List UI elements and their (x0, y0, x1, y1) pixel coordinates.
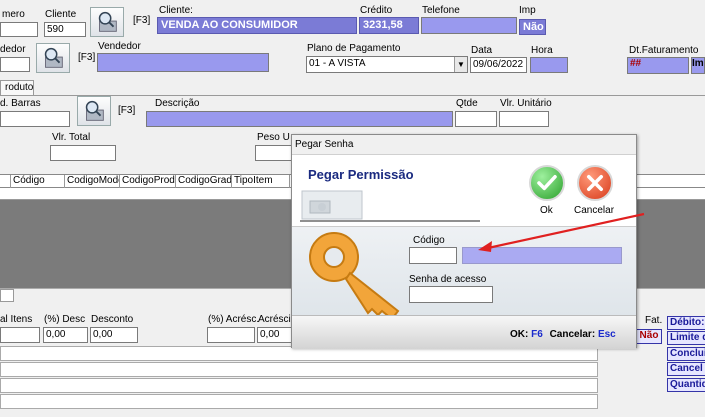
vendedor-short-label: dedor (0, 44, 26, 55)
cod-barras-field[interactable] (0, 111, 70, 127)
search-cliente-icon[interactable] (90, 7, 124, 37)
im-field: Im (691, 57, 705, 74)
codigo-label: Código (413, 235, 445, 246)
plano-select[interactable]: 01 - A VISTA ▼ (306, 56, 468, 73)
ok-button[interactable] (529, 165, 565, 201)
grid-col-indicator (0, 175, 11, 188)
search-produto-icon[interactable] (77, 96, 111, 126)
grid-col-codigo-grade[interactable]: CodigoGrade (176, 175, 232, 188)
grid-col-codigo[interactable]: Código (11, 175, 65, 188)
vendedor-code-field[interactable] (0, 57, 30, 72)
senha-field[interactable] (409, 286, 493, 303)
numero-label: mero (2, 9, 25, 20)
total-itens-label: al Itens (0, 314, 33, 325)
vlr-total-label: Vlr. Total (52, 132, 91, 143)
hora-field (530, 57, 568, 73)
concluir-button[interactable]: Conclui (667, 347, 705, 361)
search-vendedor-icon[interactable] (36, 43, 70, 73)
descricao-field (146, 111, 453, 127)
acresc-pct-field[interactable] (207, 327, 255, 343)
info-bar-2 (0, 362, 598, 377)
credito-field: 3231,58 (359, 17, 419, 34)
desconto-label: Desconto (91, 314, 134, 325)
scroll-left-button[interactable] (0, 289, 14, 302)
telefone-field (421, 17, 517, 34)
cliente-name-label: Cliente: (159, 5, 193, 16)
acrescimo-label: Acrésci (258, 314, 291, 325)
dialog-footer: OK: F6 Cancelar: Esc (292, 315, 636, 349)
vlr-total-field[interactable] (50, 145, 116, 161)
cliente-code-field[interactable]: 590 (44, 22, 86, 37)
data-label: Data (471, 45, 493, 56)
hora-label: Hora (531, 45, 553, 56)
info-bar-3 (0, 378, 598, 393)
grid-col-tipo-item[interactable]: TipoItem (232, 175, 290, 188)
data-field[interactable]: 09/06/2022 (470, 57, 527, 73)
shortcut-hints: OK: F6 Cancelar: Esc (510, 329, 616, 340)
key-icon (309, 232, 400, 321)
imp-label: Imp (519, 5, 536, 16)
peso-label: Peso U (257, 132, 290, 143)
cliente-name-field: VENDA AO CONSUMIDOR (157, 17, 357, 34)
grid-col-codigo-produto[interactable]: CodigoProdu (120, 175, 176, 188)
quantidade-button[interactable]: Quantid (667, 378, 705, 392)
debito-button[interactable]: Débito: (667, 316, 705, 330)
peso-field[interactable] (255, 145, 293, 161)
tab-produto[interactable]: roduto (0, 80, 34, 95)
fat-field: Não (636, 329, 662, 344)
chevron-down-icon[interactable]: ▼ (454, 57, 467, 72)
plano-value: 01 - A VISTA (309, 58, 366, 69)
vlr-unitario-field[interactable] (499, 111, 549, 127)
info-bar-4 (0, 394, 598, 409)
qtde-label: Qtde (456, 98, 478, 109)
desc-pct-field[interactable]: 0,00 (43, 327, 88, 343)
f3-hint-cliente: [F3] (133, 15, 151, 26)
dt-faturamento-label: Dt.Faturamento (629, 45, 699, 56)
acrescimo-field[interactable]: 0,00 (257, 327, 293, 343)
vendedor-label: Vendedor (98, 41, 141, 52)
acresc-pct-label: (%) Acrésc. (208, 314, 260, 325)
cancel-button[interactable] (577, 165, 613, 201)
plano-label: Plano de Pagamento (307, 43, 401, 54)
dt-faturamento-field: ## (627, 57, 689, 74)
vendedor-name-field (97, 53, 269, 72)
cod-barras-label: d. Barras (0, 98, 41, 109)
qtde-field[interactable] (455, 111, 497, 127)
total-itens-field[interactable] (0, 327, 40, 343)
limite-button[interactable]: Limite d (667, 331, 705, 345)
f3-hint-vendedor: [F3] (78, 52, 96, 63)
dialog-heading: Pegar Permissão (308, 167, 414, 182)
desc-pct-label: (%) Desc (44, 314, 86, 325)
cancelar-venda-button[interactable]: Cancel (667, 362, 705, 376)
vlr-unitario-label: Vlr. Unitário (500, 98, 552, 109)
descricao-label: Descrição (155, 98, 200, 109)
credito-label: Crédito (360, 5, 393, 16)
senha-label: Senha de acesso (409, 274, 487, 285)
cliente-code-label: Cliente (45, 9, 77, 20)
dialog-title: Pegar Senha (292, 135, 636, 155)
shortcut-ok-label: OK: (510, 329, 529, 340)
shortcut-cancel-key: Esc (597, 329, 616, 340)
grid-col-codigo-modelo[interactable]: CodigoModel (65, 175, 120, 188)
red-arrow-icon (478, 212, 645, 252)
computer-watermark-icon (300, 190, 480, 222)
f3-hint-produto: [F3] (118, 105, 136, 116)
shortcut-cancel-label: Cancelar: (549, 329, 596, 340)
numero-field[interactable] (0, 22, 38, 37)
codigo-field[interactable] (409, 247, 457, 264)
telefone-label: Telefone (422, 5, 460, 16)
shortcut-ok-key: F6 (531, 329, 543, 340)
fat-label: Fat. (645, 315, 663, 326)
imp-field: Não (519, 19, 546, 35)
desconto-field[interactable]: 0,00 (90, 327, 138, 343)
